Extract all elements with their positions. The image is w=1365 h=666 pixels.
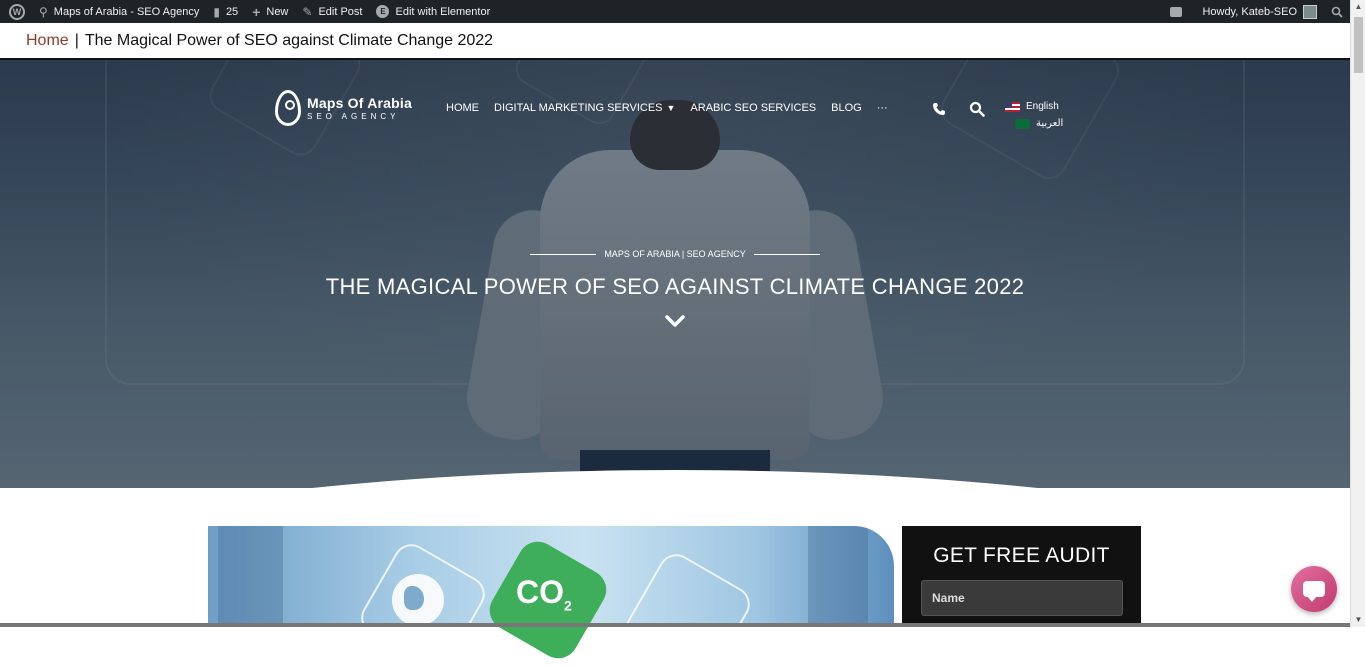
howdy-label: Howdy, Kateb-SEO (1202, 5, 1297, 18)
globe-icon (392, 574, 444, 626)
saudi-flag-icon (1015, 118, 1030, 129)
co2-label: CO2 (516, 574, 572, 614)
language-label: العربية (1036, 118, 1064, 129)
elementor-icon: E (376, 5, 390, 18)
hero-eyebrow-text: MAPS OF ARABIA | SEO AGENCY (604, 249, 746, 259)
name-field[interactable] (921, 580, 1123, 616)
divider (753, 253, 821, 255)
language-label: English (1026, 101, 1059, 112)
free-audit-form: GET FREE AUDIT (902, 526, 1141, 627)
pencil-icon: ✎ (302, 4, 313, 19)
edit-post-label: Edit Post (318, 5, 363, 18)
logo-subtitle: SEO AGENCY (307, 112, 400, 121)
nav-item-arabic-seo[interactable]: ARABIC SEO SERVICES (690, 102, 816, 114)
comments-count: 25 (225, 5, 239, 18)
site-logo[interactable]: Maps Of Arabia SEO AGENCY (275, 90, 412, 126)
new-content-link[interactable]: + New (245, 0, 295, 23)
plus-icon: + (252, 3, 261, 20)
chevron-down-icon: ▼ (666, 103, 676, 113)
main-nav: HOME DIGITAL MARKETING SERVICES ▼ ARABIC … (446, 102, 903, 114)
comment-icon: ▮ (213, 4, 220, 19)
dashboard-icon: ⚲ (39, 4, 48, 19)
edit-elementor-link[interactable]: E Edit with Elementor (369, 0, 497, 23)
breadcrumb: Home | The Magical Power of SEO against … (0, 23, 1350, 60)
breadcrumb-current: The Magical Power of SEO against Climate… (84, 31, 494, 49)
new-label: New (266, 5, 289, 18)
vertical-scrollbar[interactable]: ▲ ▼ (1350, 0, 1365, 627)
divider (530, 253, 597, 255)
scroll-down-arrow[interactable]: ▼ (1351, 613, 1365, 627)
notification-icon (1170, 6, 1183, 17)
chat-icon (1303, 581, 1325, 602)
admin-search-button[interactable] (1324, 0, 1350, 23)
language-arabic[interactable]: العربية (1005, 115, 1063, 132)
comments-link[interactable]: ▮ 25 (206, 0, 245, 23)
scroll-thumb[interactable] (1354, 17, 1363, 73)
horizontal-scrollbar[interactable] (0, 623, 1350, 627)
nav-item-label: DIGITAL MARKETING SERVICES (494, 102, 663, 114)
chat-button[interactable] (1291, 566, 1337, 612)
my-account-link[interactable]: Howdy, Kateb-SEO (1195, 0, 1324, 23)
map-pin-icon (275, 90, 301, 126)
admin-bar: W ⚲ Maps of Arabia - SEO Agency ▮ 25 + N… (0, 0, 1350, 23)
nav-item-more[interactable]: ··· (877, 102, 888, 114)
site-name-link[interactable]: ⚲ Maps of Arabia - SEO Agency (32, 0, 206, 23)
us-flag-icon (1005, 101, 1020, 112)
language-switcher: English العربية (1005, 98, 1063, 132)
breadcrumb-home-link[interactable]: Home (26, 32, 69, 50)
audit-form-title: GET FREE AUDIT (933, 544, 1110, 567)
page-title: THE MAGICAL POWER OF SEO AGAINST CLIMATE… (325, 274, 1025, 299)
nav-item-digital-marketing[interactable]: DIGITAL MARKETING SERVICES ▼ (494, 102, 675, 114)
wordpress-menu[interactable]: W (0, 0, 32, 23)
logo-name: Maps Of Arabia (307, 95, 412, 111)
breadcrumb-separator: | (74, 31, 79, 49)
language-english[interactable]: English (1005, 98, 1063, 115)
edit-post-link[interactable]: ✎ Edit Post (295, 0, 369, 23)
notifications-link[interactable] (1163, 0, 1195, 23)
search-icon (1331, 6, 1343, 18)
phone-icon[interactable] (932, 102, 946, 116)
avatar (1303, 4, 1317, 19)
chevron-down-icon[interactable] (664, 314, 686, 328)
nav-item-home[interactable]: HOME (446, 102, 479, 114)
search-icon[interactable] (969, 101, 985, 117)
elementor-label: Edit with Elementor (395, 5, 491, 18)
nav-item-blog[interactable]: BLOG (831, 102, 862, 114)
hero-eyebrow: MAPS OF ARABIA | SEO AGENCY (530, 249, 821, 259)
scroll-up-arrow[interactable]: ▲ (1351, 0, 1365, 14)
wordpress-icon: W (9, 3, 25, 20)
site-name-label: Maps of Arabia - SEO Agency (53, 5, 200, 18)
